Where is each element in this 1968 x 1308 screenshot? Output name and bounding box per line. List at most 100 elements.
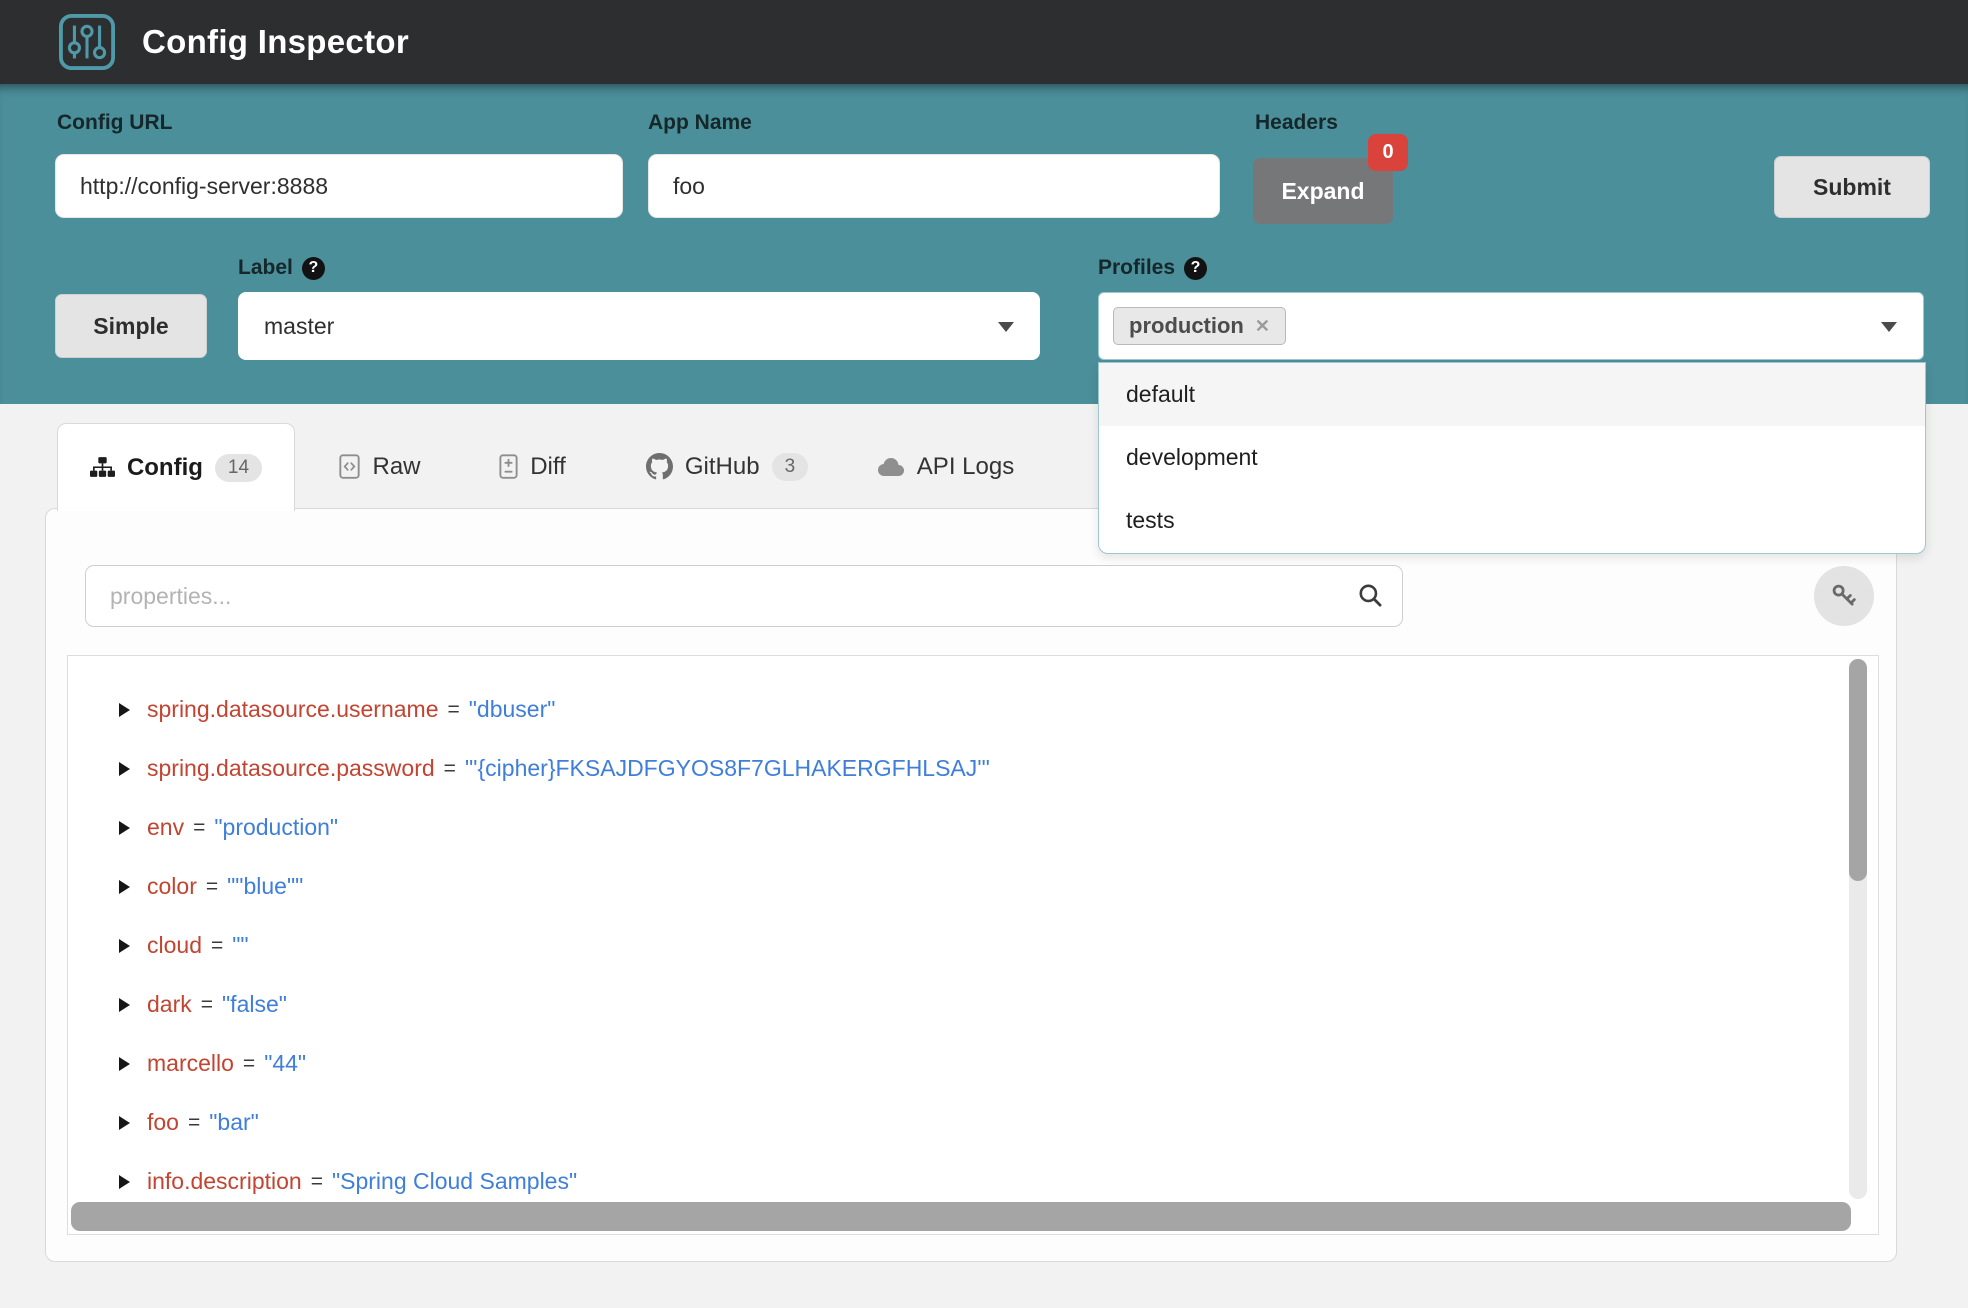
property-row[interactable]: marcello = "44" xyxy=(68,1034,1878,1093)
property-key: dark xyxy=(147,991,192,1017)
profile-tag-production: production ✕ xyxy=(1113,307,1286,345)
remove-tag-icon[interactable]: ✕ xyxy=(1255,317,1270,335)
simple-mode-button[interactable]: Simple xyxy=(55,294,207,358)
property-key: spring.datasource.password xyxy=(147,755,435,781)
property-row[interactable]: spring.datasource.password = "'{cipher}F… xyxy=(68,739,1878,798)
cloud-icon xyxy=(875,456,905,478)
equals-sign: = xyxy=(200,992,214,1016)
tab-diff-label: Diff xyxy=(530,452,566,480)
property-key: spring.datasource.username xyxy=(147,696,439,722)
search-input[interactable] xyxy=(85,565,1403,627)
property-search xyxy=(85,565,1403,627)
property-key: cloud xyxy=(147,932,202,958)
tab-github-label: GitHub xyxy=(684,452,760,480)
property-value: "Spring Cloud Samples" xyxy=(331,1168,578,1194)
property-key: marcello xyxy=(147,1050,234,1076)
property-value: "bar" xyxy=(209,1109,259,1135)
property-row[interactable]: color = ""blue"" xyxy=(68,857,1878,916)
triangle-right-icon[interactable] xyxy=(119,761,130,776)
tab-api-logs-label: API Logs xyxy=(916,452,1015,480)
equals-sign: = xyxy=(443,756,456,780)
property-row[interactable]: foo = "bar" xyxy=(68,1093,1878,1152)
headers-count-badge: 0 xyxy=(1368,134,1408,171)
label-selected-value: master xyxy=(264,312,335,339)
github-icon xyxy=(645,453,673,480)
property-value: "44" xyxy=(264,1050,307,1076)
tab-bar: Config 14 Raw Diff GitHub 3 API Logs xyxy=(57,423,1157,511)
profiles-help-icon[interactable]: ? xyxy=(1184,256,1208,280)
tab-diff[interactable]: Diff xyxy=(475,423,590,510)
profiles-option-default[interactable]: default xyxy=(1099,363,1925,426)
profiles-option-tests[interactable]: tests xyxy=(1099,489,1925,552)
property-value: ""blue"" xyxy=(227,873,304,899)
label-help-icon[interactable]: ? xyxy=(301,256,325,280)
tab-api-logs[interactable]: API Logs xyxy=(852,423,1037,510)
sitemap-icon xyxy=(89,457,115,478)
horizontal-scrollbar-thumb[interactable] xyxy=(71,1202,1851,1231)
label-select[interactable]: master xyxy=(238,292,1040,360)
tab-config-label: Config xyxy=(126,453,203,481)
decrypt-key-button[interactable] xyxy=(1814,566,1874,626)
property-value: "" xyxy=(232,932,249,958)
app-logo-sliders-icon xyxy=(58,13,116,71)
profiles-dropdown: default development tests xyxy=(1098,362,1926,554)
key-icon xyxy=(1830,582,1858,610)
property-value: "false" xyxy=(222,991,287,1017)
property-key: foo xyxy=(147,1109,179,1135)
equals-sign: = xyxy=(242,1051,256,1075)
equals-sign: = xyxy=(447,697,460,721)
profile-tag-label: production xyxy=(1129,313,1244,338)
label-field-label: Label ? xyxy=(238,256,325,280)
triangle-right-icon[interactable] xyxy=(119,702,130,717)
tab-raw[interactable]: Raw xyxy=(315,423,445,510)
tab-config[interactable]: Config 14 xyxy=(57,423,295,511)
app-header: Config Inspector xyxy=(0,0,1968,84)
config-url-input[interactable] xyxy=(55,154,623,218)
triangle-right-icon[interactable] xyxy=(119,879,130,894)
triangle-right-icon[interactable] xyxy=(119,820,130,835)
property-row[interactable]: dark = "false" xyxy=(68,975,1878,1034)
headers-label: Headers xyxy=(1255,111,1338,134)
property-row[interactable]: env = "production" xyxy=(68,798,1878,857)
property-key: color xyxy=(147,873,197,899)
property-key: info.description xyxy=(147,1168,302,1194)
tab-github[interactable]: GitHub 3 xyxy=(627,423,827,510)
equals-sign: = xyxy=(205,874,219,898)
profiles-multiselect[interactable]: production ✕ xyxy=(1098,292,1924,360)
equals-sign: = xyxy=(187,1110,201,1134)
property-key: env xyxy=(147,814,185,840)
request-form: Config URL App Name Headers 0 Expand Sub… xyxy=(0,84,1968,554)
property-value: "production" xyxy=(214,814,339,840)
page-title: Config Inspector xyxy=(142,23,409,60)
chevron-down-icon xyxy=(998,322,1014,332)
equals-sign: = xyxy=(193,815,206,839)
property-value: "dbuser" xyxy=(468,696,556,722)
tab-config-badge: 14 xyxy=(214,453,263,482)
file-diff-icon xyxy=(499,454,518,479)
property-row[interactable]: cloud = "" xyxy=(68,916,1878,975)
tab-github-badge: 3 xyxy=(771,452,809,481)
profiles-field-label: Profiles ? xyxy=(1098,256,1208,280)
config-panel: spring.datasource.username = "dbuser" sp… xyxy=(45,508,1897,1262)
profiles-option-development[interactable]: development xyxy=(1099,426,1925,489)
triangle-right-icon[interactable] xyxy=(119,938,130,953)
app-name-label: App Name xyxy=(648,111,752,134)
triangle-right-icon[interactable] xyxy=(119,1174,130,1189)
config-url-label: Config URL xyxy=(57,111,173,134)
chevron-down-icon xyxy=(1881,322,1897,332)
property-rows: spring.datasource.username = "dbuser" sp… xyxy=(68,656,1878,1211)
property-list: spring.datasource.username = "dbuser" sp… xyxy=(67,655,1879,1235)
triangle-right-icon[interactable] xyxy=(119,997,130,1012)
property-value: "'{cipher}FKSAJDFGYOS8F7GLHAKERGFHLSAJ'" xyxy=(464,755,990,781)
submit-button[interactable]: Submit xyxy=(1774,156,1930,218)
tab-raw-label: Raw xyxy=(372,452,421,480)
app-name-input[interactable] xyxy=(648,154,1220,218)
triangle-right-icon[interactable] xyxy=(119,1115,130,1130)
property-row[interactable]: spring.datasource.username = "dbuser" xyxy=(68,680,1878,739)
equals-sign: = xyxy=(310,1169,323,1193)
equals-sign: = xyxy=(210,933,224,957)
vertical-scrollbar-thumb[interactable] xyxy=(1849,659,1867,881)
search-icon[interactable] xyxy=(1357,582,1383,613)
triangle-right-icon[interactable] xyxy=(119,1056,130,1071)
file-code-icon xyxy=(339,454,361,479)
